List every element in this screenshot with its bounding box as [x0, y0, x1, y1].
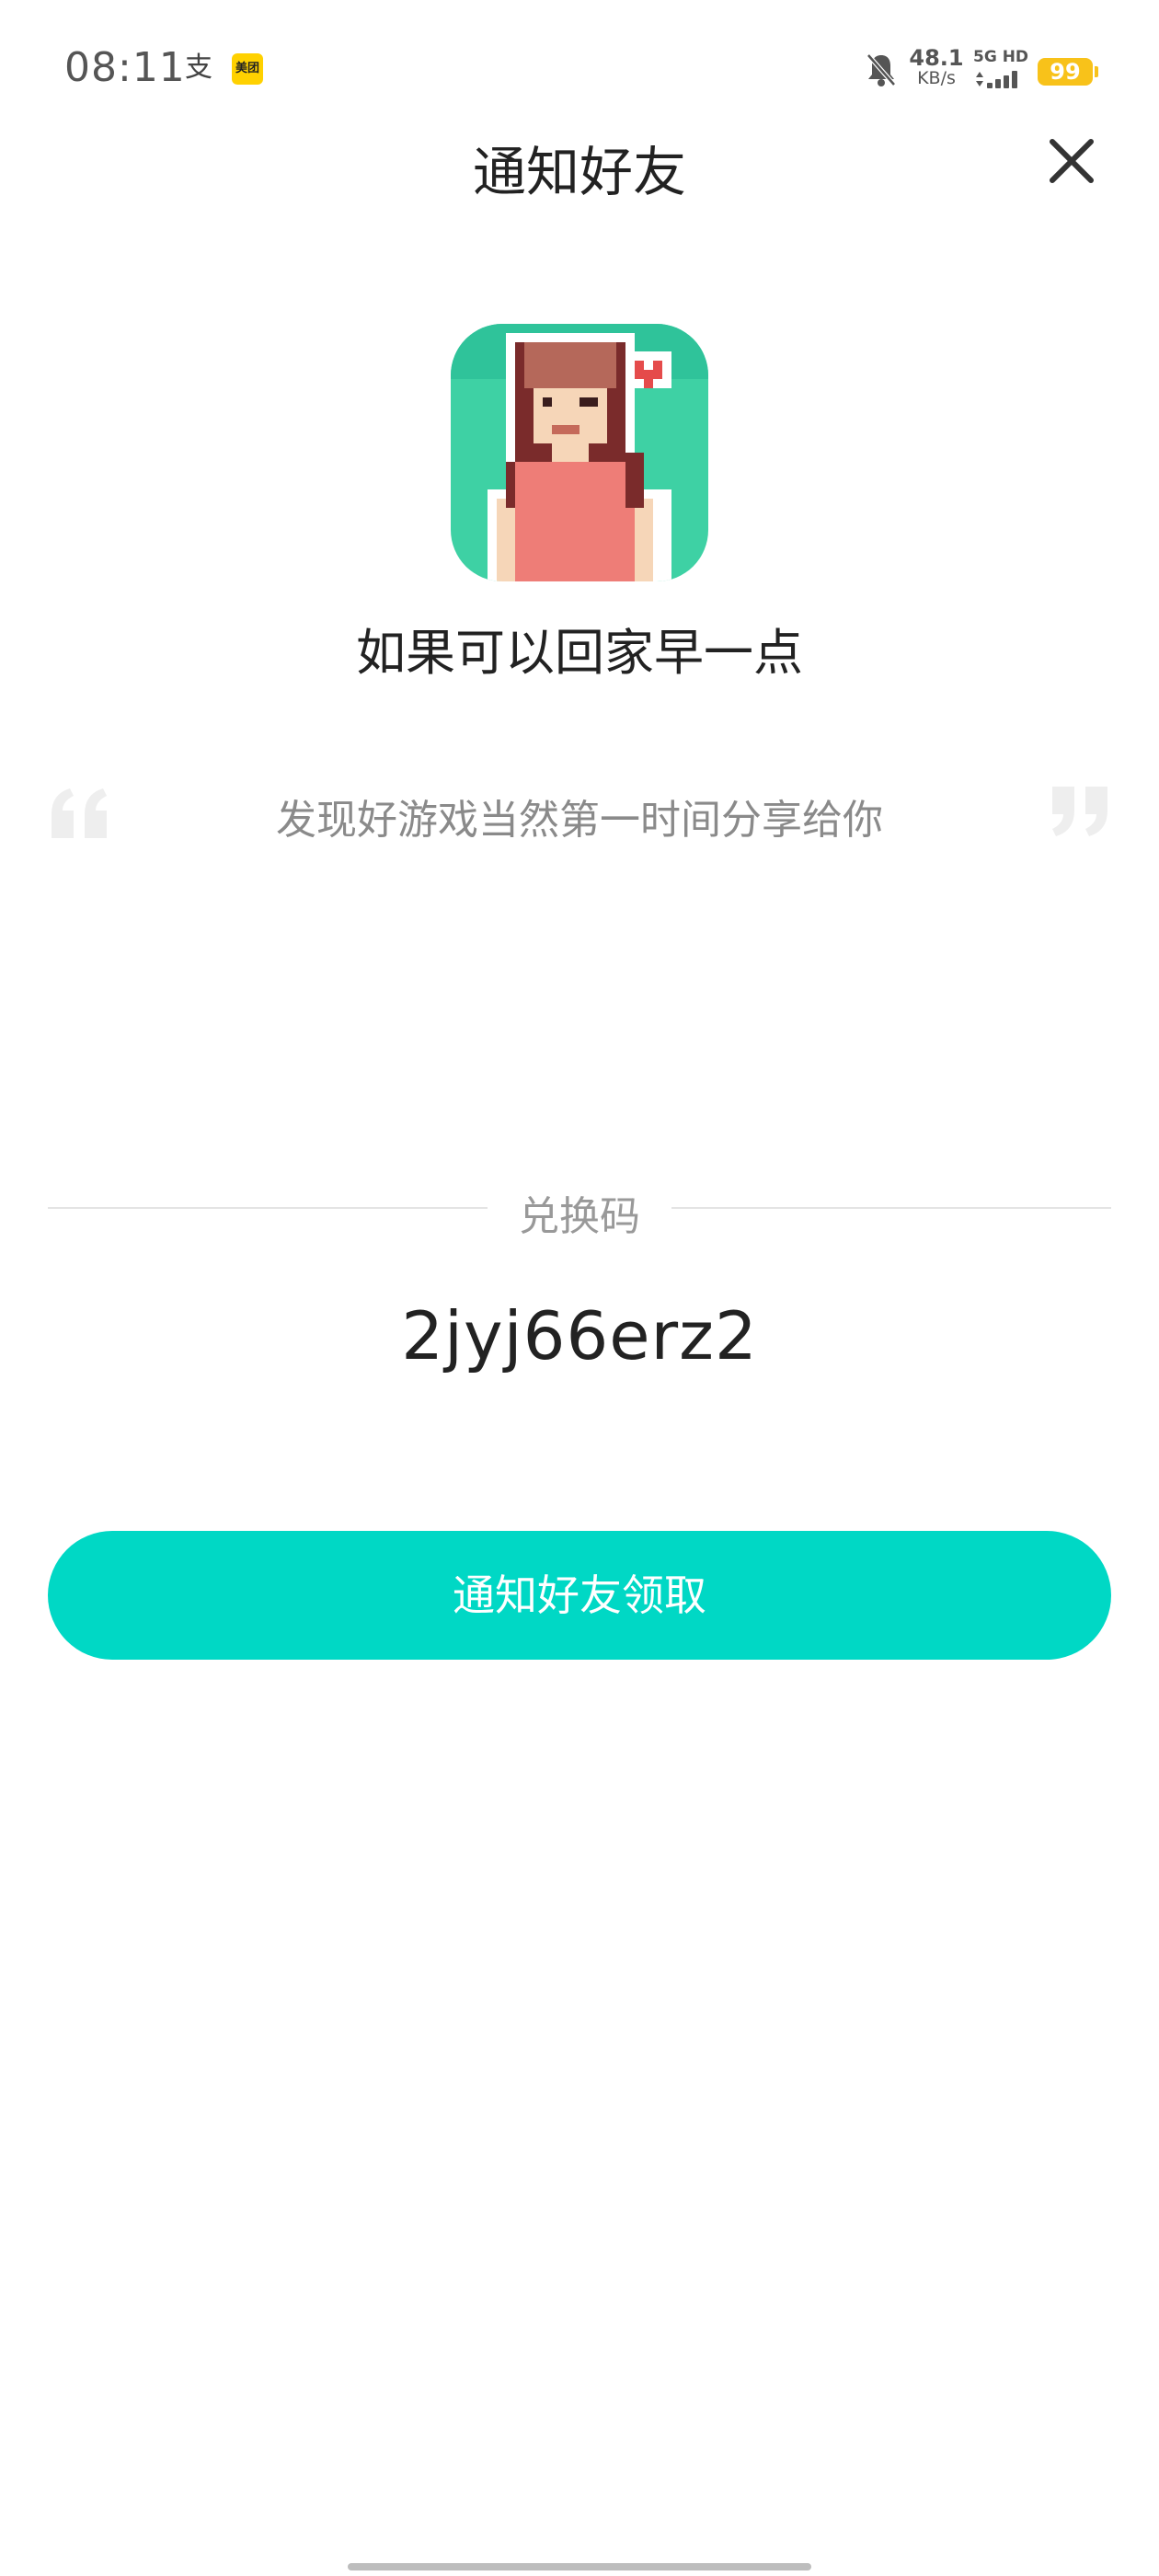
battery-icon: 99	[1038, 58, 1098, 86]
status-bar: 08:11 支 美团 48.1 KB/s 5G HD 99	[0, 0, 1159, 138]
close-icon[interactable]	[1039, 129, 1104, 193]
alipay-icon: 支	[185, 52, 212, 84]
home-indicator[interactable]	[348, 2563, 811, 2570]
page-title: 通知好友	[472, 141, 686, 203]
quote-close-icon	[1052, 787, 1107, 836]
network-speed: 48.1 KB/s	[909, 45, 964, 88]
share-tagline: 发现好游戏当然第一时间分享给你	[276, 797, 883, 844]
network-speed-value: 48.1	[909, 45, 964, 71]
redeem-code-label: 兑换码	[519, 1193, 640, 1240]
pixel-girl-app-icon	[451, 324, 708, 581]
notify-friend-screen: 08:11 支 美团 48.1 KB/s 5G HD 99 通知好友 如果可以回…	[0, 0, 1159, 2576]
network-type-label: 5G HD	[973, 48, 1029, 66]
divider-right	[671, 1207, 1111, 1209]
network-speed-unit: KB/s	[917, 68, 956, 88]
signal-icon: 5G HD	[973, 48, 1028, 94]
divider-left	[48, 1207, 488, 1209]
meituan-icon: 美团	[232, 53, 263, 85]
bell-muted-icon	[866, 53, 896, 86]
status-time: 08:11	[64, 44, 186, 91]
signal-bars-icon	[976, 71, 1017, 88]
notify-friend-claim-button[interactable]: 通知好友领取	[48, 1531, 1111, 1660]
game-name: 如果可以回家早一点	[356, 624, 803, 682]
redeem-code-value: 2jyj66erz2	[401, 1297, 758, 1374]
